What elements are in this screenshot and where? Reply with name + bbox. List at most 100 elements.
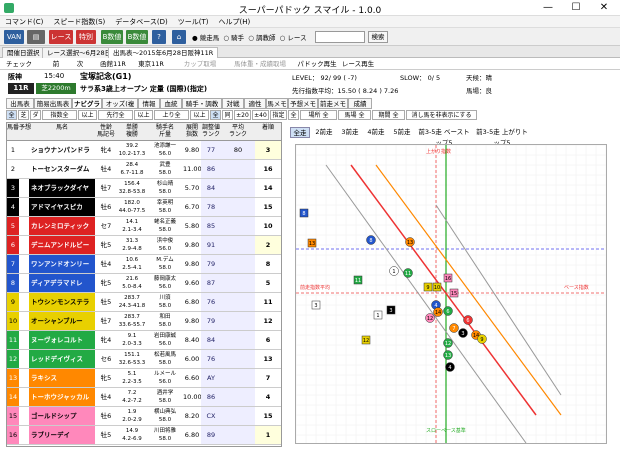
table-row[interactable]: 9 トウシンモンステラ 牡5 283.7 24.3-41.8 川須 58.0 6.80 76… <box>7 293 281 312</box>
subtab-10[interactable]: 予想メモ <box>288 98 318 109</box>
special-button[interactable]: 特別 <box>76 30 96 44</box>
subtab-11[interactable]: 前走メモ <box>318 98 348 109</box>
filter-11[interactable]: ±20 <box>234 110 251 120</box>
table-row[interactable]: 7 ワンアンドオンリー 牡4 10.6 2.5-4.1 M.デム 58.0 9.80 79 8 <box>7 255 281 274</box>
table-row[interactable]: 11 ヌーヴォレコルト 牝4 9.1 2.0-3.3 岩田康誠 56.0 8.40 84 6 <box>7 331 281 350</box>
search-button[interactable]: 検索 <box>368 31 388 43</box>
help-icon[interactable]: ? <box>152 30 166 44</box>
grid-header-0[interactable]: 馬番 <box>7 124 19 131</box>
filter-6[interactable]: 以上 <box>134 110 153 120</box>
menu-command[interactable]: コマンド(C) <box>0 16 48 28</box>
chart-tab-4[interactable]: 5前走 <box>390 127 414 138</box>
search-input[interactable] <box>315 31 365 43</box>
prev-button[interactable]: 前 <box>46 58 66 70</box>
filter-7[interactable]: 上り全 <box>154 110 189 120</box>
table-row[interactable]: 12 レッドデイヴィス セ6 151.1 32.6-53.3 松若風馬 58.0 6.00… <box>7 350 281 369</box>
cup-button[interactable]: カップ取場 <box>180 58 220 70</box>
filter-16[interactable]: 馬場 全 <box>338 110 371 120</box>
table-row[interactable]: 16 ラブリーデイ 牡5 14.9 4.2-6.9 川田将雅 58.0 6.80 89 1 <box>7 426 281 445</box>
table-row[interactable]: 10 オーシャンブルー 牡7 283.7 33.6-55.7 和田 58.0 9.80 79… <box>7 312 281 331</box>
table-row[interactable]: 4 アドマイヤスピカ 牡6 182.0 44.0-77.5 幸英明 58.0 6.70 78… <box>7 198 281 217</box>
subtab-1[interactable]: 簡易出馬表 <box>34 98 72 109</box>
filter-15[interactable]: 場所 全 <box>300 110 337 120</box>
subtab-2[interactable]: ナビグラフ <box>72 98 102 119</box>
filter-18[interactable]: 消し馬を非表示にする <box>406 110 477 120</box>
race-replay[interactable]: レース再生 <box>340 58 376 70</box>
race-button[interactable]: レース <box>49 30 73 44</box>
subtab-12[interactable]: 成績 <box>348 98 372 109</box>
filter-4[interactable]: 以上 <box>78 110 97 120</box>
chart-tab-6[interactable]: 前3-5走 上がりトップ5 <box>474 127 530 147</box>
subtab-5[interactable]: 血統 <box>160 98 182 109</box>
weight-results-button[interactable]: 馬体重・成績取場 <box>226 58 294 70</box>
subtab-9[interactable]: 馬メモ <box>266 98 288 109</box>
row-finish: 15 <box>255 407 281 425</box>
home-icon[interactable]: ⌂ <box>172 30 186 44</box>
filter-3[interactable]: 指数全 <box>42 110 77 120</box>
hakodate-11r[interactable]: 函館11R <box>98 58 128 70</box>
tab-race-select[interactable]: レース選択～6月28日 <box>42 47 117 58</box>
menu-help[interactable]: ヘルプ(H) <box>214 16 256 28</box>
grid-header-6[interactable]: 展開 指数 <box>183 124 201 138</box>
chart-tab-3[interactable]: 4前走 <box>364 127 388 138</box>
menu-tools[interactable]: ツール(T) <box>173 16 214 28</box>
filter-14[interactable]: 全 <box>288 110 299 120</box>
minimize-button[interactable]: — <box>534 1 562 15</box>
filter-9[interactable]: 全 <box>210 110 221 120</box>
tab-entry-table[interactable]: 出馬表～2015年6月28日阪神11R <box>108 47 219 58</box>
grid-header-3[interactable]: 性齢 馬記号 <box>95 124 117 138</box>
subtab-8[interactable]: 適性 <box>244 98 266 109</box>
close-button[interactable]: ✕ <box>590 1 618 15</box>
radio-race[interactable]: ○ レース <box>280 34 307 42</box>
filter-1[interactable]: 芝 <box>18 110 29 120</box>
menu-database[interactable]: データベース(D) <box>110 16 173 28</box>
grid-header-4[interactable]: 単勝 複勝 <box>117 124 147 138</box>
table-row[interactable]: 6 デニムアンドルビー 牝5 31.3 2.9-4.8 浜中俊 56.0 9.80 91 2 <box>7 236 281 255</box>
subtab-4[interactable]: 情報 <box>138 98 160 109</box>
van-button[interactable]: VAN <box>4 30 24 44</box>
grid-header-7[interactable]: 調整値 ランク <box>201 124 221 138</box>
table-row[interactable]: 13 ラキシス 牝5 5.1 2.2-3.5 ルメール 56.0 6.60 AY 7 <box>7 369 281 388</box>
table-row[interactable]: 8 ディアデラマドレ 牝5 21.6 5.0-8.4 藤岡康太 56.0 9.60 87 5 <box>7 274 281 293</box>
table-row[interactable]: 5 カレンミロティック セ7 14.1 2.1-3.4 蛯名正義 58.0 5.80 85 1… <box>7 217 281 236</box>
filter-12[interactable]: ±40 <box>252 110 269 120</box>
table-row[interactable]: 3 ネオブラックダイヤ 牡7 156.4 32.8-53.8 杉山晴 58.0 5.70 8… <box>7 179 281 198</box>
grid-header-2[interactable]: 馬名 <box>29 124 95 131</box>
next-button[interactable]: 次 <box>70 58 90 70</box>
subtab-3[interactable]: オッズ(複席) <box>102 98 138 119</box>
chart-tab-0[interactable]: 全走 <box>290 127 310 138</box>
chart-tab-5[interactable]: 前3-5走 ベーストップ5 <box>416 127 472 147</box>
subtab-7[interactable]: 対戦 <box>222 98 244 109</box>
radio-trainer[interactable]: ○ 調教師 <box>248 34 275 42</box>
print-button[interactable]: ▤ <box>27 30 45 44</box>
grid-header-5[interactable]: 騎手名 斤量 <box>147 124 183 138</box>
filter-13[interactable]: 指定 <box>270 110 287 120</box>
radio-jockey[interactable]: ○ 騎手 <box>223 34 244 42</box>
paddock-replay[interactable]: パドック再生 <box>296 58 338 70</box>
chart-tab-2[interactable]: 3前走 <box>338 127 362 138</box>
table-row[interactable]: 1 ショウナンパンドラ 牝4 39.2 10.2-17.3 池添謙一 56.0 9.80 7… <box>7 141 281 160</box>
filter-0[interactable]: 全 <box>6 110 17 120</box>
filter-10[interactable]: 同 <box>222 110 233 120</box>
table-row[interactable]: 2 トーセンスターダム 牡4 28.4 6.7-11.8 武豊 58.0 11.00 86 1… <box>7 160 281 179</box>
b2-button[interactable]: B数値 <box>126 30 148 44</box>
menu-speed[interactable]: スピード指数(S) <box>48 16 110 28</box>
filter-5[interactable]: 先行全 <box>98 110 133 120</box>
filter-2[interactable]: ダ <box>30 110 41 120</box>
check-button[interactable]: チェック <box>4 58 34 70</box>
grid-header-8[interactable]: 平均 ランク <box>221 124 255 138</box>
subtab-0[interactable]: 出馬表 <box>6 98 34 109</box>
table-row[interactable]: 15 ゴールドシップ 牡6 1.9 2.0-2.9 横山典弘 58.0 8.20 CX 15 <box>7 407 281 426</box>
filter-8[interactable]: 以上 <box>190 110 209 120</box>
chart-tab-1[interactable]: 2前走 <box>312 127 336 138</box>
filter-17[interactable]: 期間 全 <box>372 110 405 120</box>
table-row[interactable]: 14 トーホウジャッカル 牡4 7.2 4.2-7.2 酒井学 58.0 10.00 86 4 <box>7 388 281 407</box>
tokyo-11r[interactable]: 東京11R <box>136 58 166 70</box>
maximize-button[interactable]: ☐ <box>562 1 590 15</box>
grid-header-1[interactable]: 予想 <box>19 124 31 131</box>
radio-horse[interactable]: ● 競走馬 <box>192 34 219 42</box>
grid-header-9[interactable]: 着順 <box>255 124 281 131</box>
b1-button[interactable]: B数値 <box>101 30 123 44</box>
subtab-6[interactable]: 騎手・調教師 <box>182 98 222 119</box>
tab-date-select[interactable]: 開催日選択 <box>2 47 45 58</box>
